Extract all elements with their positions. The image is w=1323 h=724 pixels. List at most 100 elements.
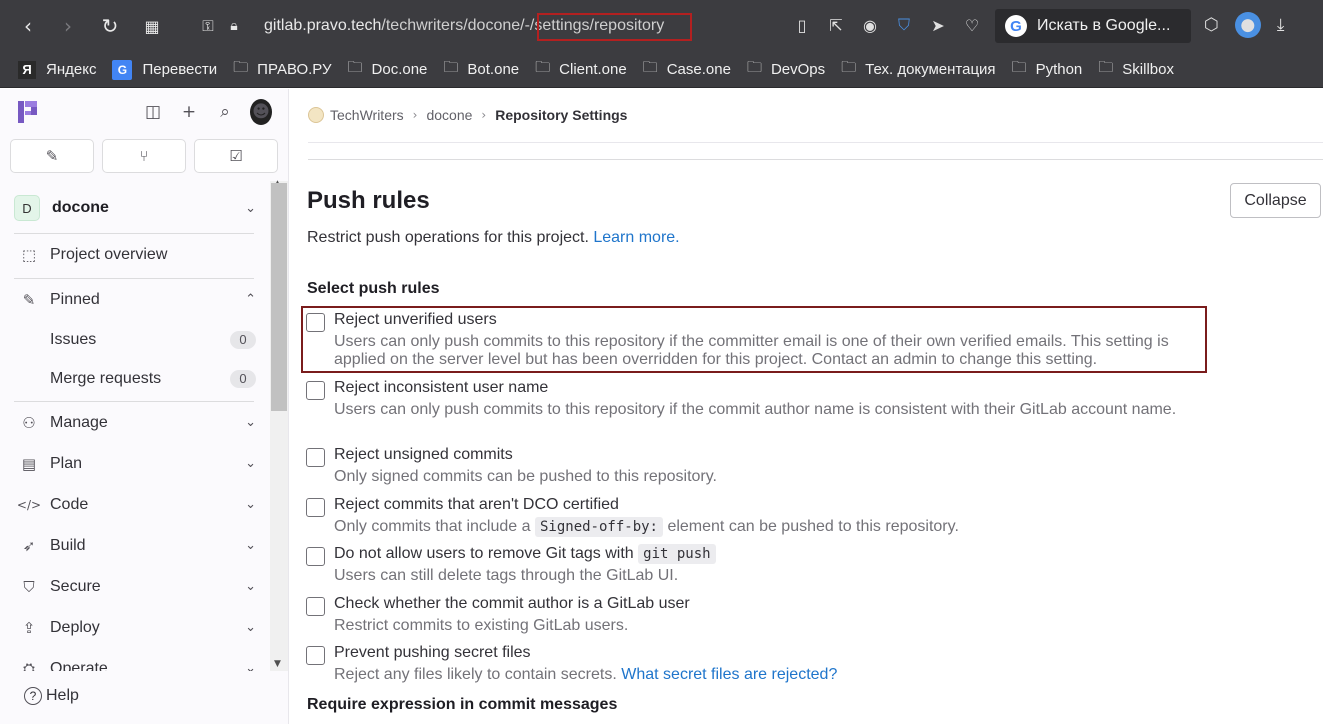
sidebar-item-manage[interactable]: ⚇ Manage ⌄ — [0, 402, 270, 443]
sidebar-item-secure[interactable]: ⛉ Secure ⌄ — [0, 566, 270, 607]
bookmark-item[interactable]: 🗀︎ DevOps — [747, 57, 825, 82]
rule-label[interactable]: Do not allow users to remove Git tags wi… — [334, 544, 716, 564]
rule-label[interactable]: Reject inconsistent user name — [334, 379, 548, 397]
checkbox[interactable] — [306, 498, 325, 517]
bookmark-label: Яндекс — [46, 61, 97, 78]
rule-help: Restrict commits to existing GitLab user… — [334, 617, 629, 634]
rule-label[interactable]: Reject unsigned commits — [334, 446, 513, 464]
chevron-down-icon: ⌄ — [245, 620, 256, 635]
scroll-down-icon[interactable]: ▼ — [274, 659, 281, 669]
sidebar-item-plan[interactable]: ▤ Plan ⌄ — [0, 443, 270, 484]
secret-files-link[interactable]: What secret files are rejected? — [621, 666, 837, 683]
bookmark-item[interactable]: Я Яндекс — [18, 60, 97, 79]
camera-icon[interactable]: ◉ — [860, 14, 880, 36]
sidebar-scrollbar[interactable]: ▲ ▼ — [270, 179, 288, 671]
heart-icon[interactable]: ♡ — [962, 14, 982, 36]
folder-icon: 🗀︎ — [535, 58, 551, 76]
checkbox[interactable] — [306, 381, 325, 400]
bookmark-item[interactable]: 🗀︎ Bot.one — [443, 57, 519, 82]
breadcrumb-project[interactable]: docone — [426, 107, 472, 123]
rule-help: Users can only push commits to this repo… — [334, 401, 1177, 418]
sidebar-toggle-icon[interactable]: ◫ — [142, 99, 164, 125]
folder-icon: 🗀︎ — [841, 58, 857, 76]
chevron-down-icon: ⌄ — [245, 456, 256, 471]
bookmark-label: Тех. документация — [865, 61, 996, 78]
bookmark-item[interactable]: 🗀︎ Doc.one — [348, 57, 428, 82]
rocket-icon: ➶ — [22, 536, 36, 555]
send-icon[interactable]: ➤ — [928, 14, 948, 36]
bookmark-item[interactable]: 🗀︎ ПРАВО.РУ — [233, 57, 331, 82]
rule-label[interactable]: Reject unverified users — [334, 311, 497, 329]
bookmark-item[interactable]: 🗀︎ Skillbox — [1098, 57, 1174, 82]
sidebar-header: ◫ + ⌕ ☻ — [0, 89, 288, 137]
lock-icon[interactable]: 🔒︎ — [222, 14, 246, 38]
profile-avatar-icon[interactable]: ● — [1234, 12, 1261, 38]
breadcrumb-group[interactable]: TechWriters — [330, 107, 404, 123]
checkbox[interactable] — [306, 597, 325, 616]
help-button[interactable]: ? Help — [24, 687, 79, 705]
sidebar-item-label: Code — [50, 495, 89, 513]
select-rules-title: Select push rules — [307, 280, 440, 297]
bookmark-item[interactable]: 🗀︎ Python — [1012, 57, 1083, 82]
rule-label[interactable]: Reject commits that aren't DCO certified — [334, 496, 619, 514]
sidebar-item-label: Secure — [50, 577, 101, 595]
forward-icon[interactable]: › — [56, 14, 80, 38]
bookmark-item[interactable]: 🗀︎ Client.one — [535, 57, 627, 82]
rule-label[interactable]: Check whether the commit author is a Git… — [334, 595, 690, 613]
bookmark-item[interactable]: G Перевести — [112, 59, 217, 80]
sidebar-item-issues[interactable]: Issues 0 — [0, 320, 270, 359]
deploy-icon: ⇪ — [22, 618, 36, 637]
description-text: Restrict push operations for this projec… — [307, 229, 589, 246]
bookmark-item[interactable]: 🗀︎ Тех. документация — [841, 57, 995, 82]
checkbox[interactable] — [306, 646, 325, 665]
browser-right-icons: ⬡ ● ⤓ — [1204, 12, 1284, 38]
checkbox[interactable] — [306, 313, 325, 332]
sidebar-item-build[interactable]: ➶ Build ⌄ — [0, 525, 270, 566]
gitlab-logo-icon[interactable] — [16, 99, 40, 125]
cube-icon[interactable]: ⬡ — [1204, 15, 1219, 35]
bookmark-label: Doc.one — [371, 61, 428, 78]
download-icon[interactable]: ⤓ — [1277, 15, 1285, 35]
breadcrumb-current[interactable]: Repository Settings — [495, 107, 627, 123]
sidebar-item-overview[interactable]: ⬚ Project overview — [0, 234, 270, 275]
reader-icon[interactable]: ▯ — [792, 14, 812, 36]
chevron-down-icon: ⌄ — [245, 579, 256, 594]
checkbox[interactable] — [306, 547, 325, 566]
sidebar-item-code[interactable]: </> Code ⌄ — [0, 484, 270, 525]
sidebar-item-label: Plan — [50, 454, 83, 472]
issues-tab-icon[interactable]: ✎ — [10, 139, 94, 173]
chevron-down-icon: ⌄ — [245, 415, 256, 430]
operate-icon: ⛭ — [22, 659, 35, 672]
require-expression-title: Require expression in commit messages — [307, 696, 618, 713]
sidebar-item-operate[interactable]: ⛭ Operate ⌄ — [0, 648, 270, 672]
sidebar-item-label: Operate — [50, 659, 108, 672]
learn-more-link[interactable]: Learn more. — [593, 229, 679, 246]
google-search-box[interactable]: G Искать в Google... — [995, 9, 1191, 43]
rule-label[interactable]: Prevent pushing secret files — [334, 644, 531, 662]
sidebar-item-merge-requests[interactable]: Merge requests 0 — [0, 359, 270, 398]
rule-help: Only signed commits can be pushed to thi… — [334, 468, 717, 485]
tabs-grid-icon[interactable]: ▦ — [140, 14, 164, 38]
bookmarks-bar: Я Яндекс G Перевести 🗀︎ ПРАВО.РУ 🗀︎ Doc.one 🗀︎ Bo… — [0, 52, 1323, 88]
bookmark-item[interactable]: 🗀︎ Case.one — [643, 57, 731, 82]
reload-icon[interactable]: ↻ — [98, 14, 122, 38]
sidebar-item-pinned[interactable]: ✎ Pinned ⌃ — [0, 279, 270, 320]
shield-check-icon[interactable]: ⛉ — [894, 14, 914, 36]
plus-icon[interactable]: + — [178, 99, 200, 125]
project-switcher[interactable]: D docone ⌄ — [0, 187, 270, 229]
bookmark-label: Python — [1035, 61, 1083, 78]
todo-tab-icon[interactable]: ☑ — [194, 139, 278, 173]
rule-help: Reject any files likely to contain secre… — [334, 666, 1206, 684]
share-icon[interactable]: ⇱ — [826, 14, 846, 36]
sidebar-item-deploy[interactable]: ⇪ Deploy ⌄ — [0, 607, 270, 648]
browser-toolbar: ‹ › ↻ ▦ ⚿ 🔒︎ gitlab.pravo.tech /techwrit… — [0, 0, 1323, 52]
scrollbar-thumb[interactable] — [271, 183, 287, 411]
search-icon[interactable]: ⌕ — [214, 99, 236, 125]
checkbox[interactable] — [306, 448, 325, 467]
merge-requests-tab-icon[interactable]: ⑂ — [102, 139, 186, 173]
collapse-button[interactable]: Collapse — [1230, 183, 1321, 218]
key-icon[interactable]: ⚿ — [196, 14, 220, 38]
user-avatar[interactable]: ☻ — [250, 99, 272, 125]
back-icon[interactable]: ‹ — [16, 14, 40, 38]
folder-icon: 🗀︎ — [233, 58, 249, 76]
